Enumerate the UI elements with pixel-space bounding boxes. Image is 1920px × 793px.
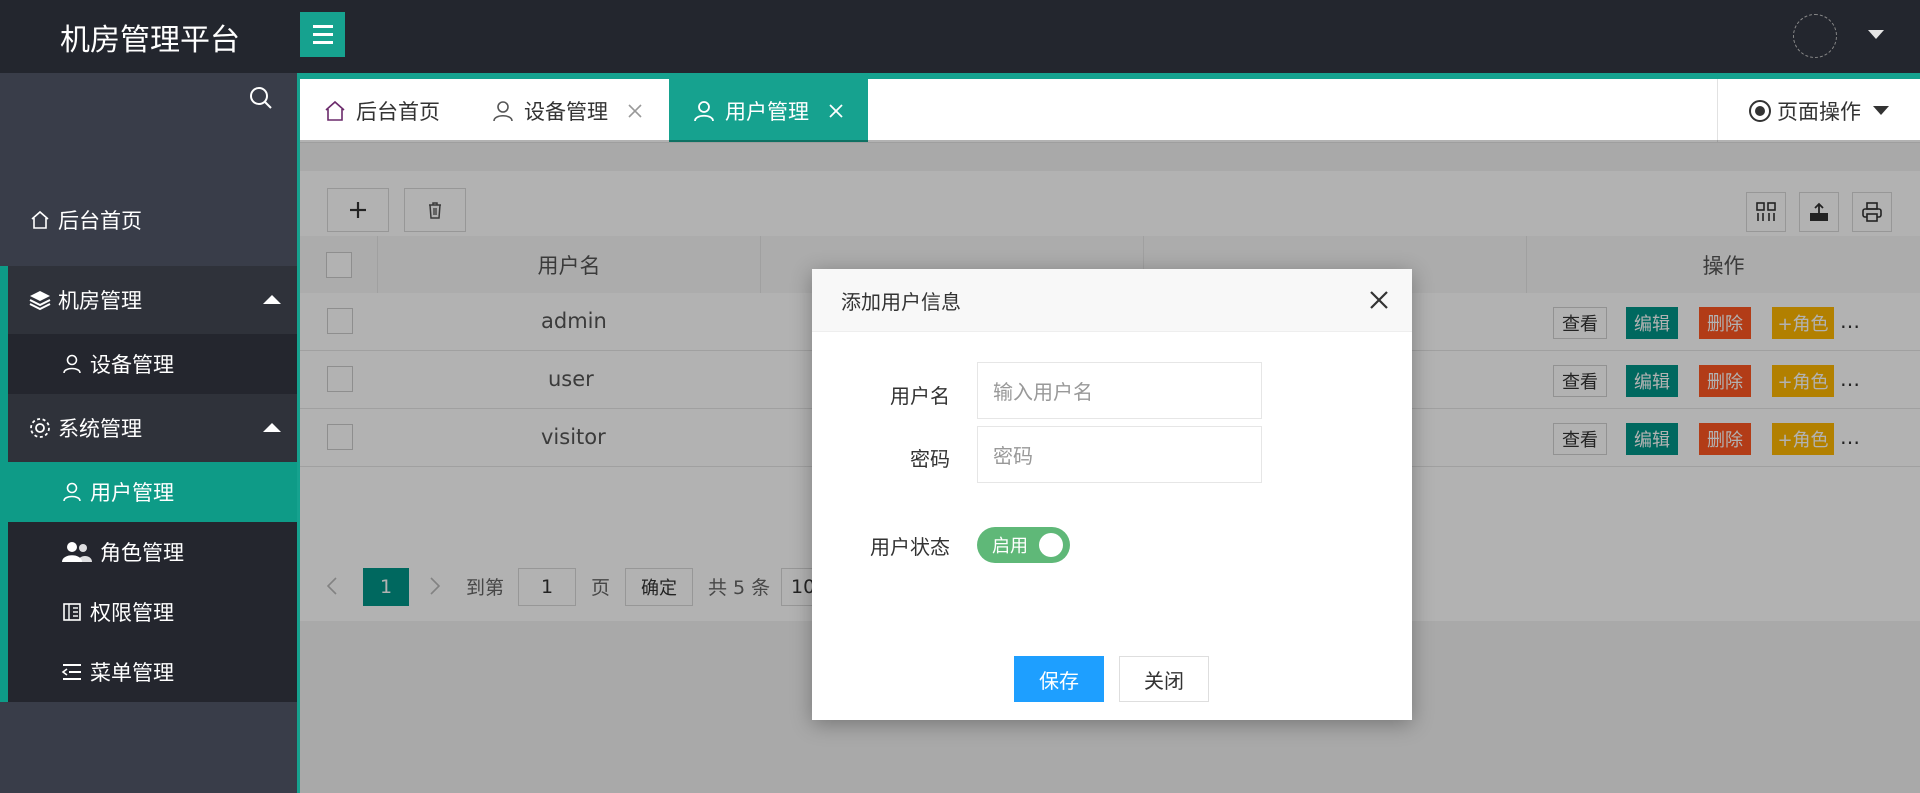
add-user-dialog: 添加用户信息 用户名 输入用户名 密码 密码 用户状态 启用 保存 关闭 <box>812 269 1412 720</box>
chevron-down-icon <box>1873 106 1889 115</box>
tab-user-management[interactable]: 用户管理 <box>669 79 868 142</box>
status-label: 用户状态 <box>870 535 950 559</box>
sidebar-item-label: 后台首页 <box>58 209 142 233</box>
sidebar-item-permission-management[interactable]: 权限管理 <box>0 582 297 642</box>
menu-list-icon <box>60 660 84 684</box>
status-toggle[interactable]: 启用 <box>977 527 1070 563</box>
sidebar-item-label: 菜单管理 <box>90 661 174 685</box>
user-icon <box>60 352 84 376</box>
tab-label: 设备管理 <box>524 99 608 124</box>
password-field[interactable]: 密码 <box>977 426 1262 483</box>
tab-label: 用户管理 <box>725 99 809 124</box>
sidebar-item-device-management[interactable]: 设备管理 <box>0 334 297 394</box>
permission-icon <box>60 600 84 624</box>
target-icon <box>1749 99 1771 122</box>
search-icon[interactable] <box>248 85 274 111</box>
user-icon <box>490 98 516 124</box>
sidebar-item-room-management[interactable]: 机房管理 <box>0 266 297 334</box>
close-icon[interactable] <box>1368 289 1390 311</box>
sidebar-item-system-management[interactable]: 系统管理 <box>0 394 297 462</box>
close-icon[interactable] <box>827 102 845 120</box>
sidebar-item-user-management[interactable]: 用户管理 <box>0 462 297 522</box>
avatar[interactable] <box>1793 14 1837 58</box>
dialog-title: 添加用户信息 <box>812 269 1412 332</box>
collapse-caret-icon <box>263 423 281 432</box>
user-icon <box>691 98 717 124</box>
users-icon <box>60 540 94 564</box>
page-operations-dropdown[interactable]: 页面操作 <box>1717 79 1920 142</box>
sidebar-item-label: 系统管理 <box>58 417 142 441</box>
username-label: 用户名 <box>890 384 950 408</box>
sidebar: 后台首页 机房管理 设备管理 系统管理 用户管理 角色管理 权限管理 菜单管理 <box>0 73 300 793</box>
toggle-text: 启用 <box>992 536 1028 557</box>
user-menu-caret-icon[interactable] <box>1868 30 1884 39</box>
sidebar-item-label: 机房管理 <box>58 289 142 313</box>
sidebar-item-role-management[interactable]: 角色管理 <box>0 522 297 582</box>
tab-bar: 后台首页 设备管理 用户管理 页面操作 <box>300 73 1920 143</box>
tab-dashboard[interactable]: 后台首页 <box>322 79 440 142</box>
sidebar-item-dashboard[interactable]: 后台首页 <box>0 198 297 242</box>
tab-label: 后台首页 <box>356 99 440 124</box>
close-icon[interactable] <box>626 102 644 120</box>
save-button[interactable]: 保存 <box>1014 656 1104 702</box>
top-header: 机房管理平台 <box>0 0 1920 73</box>
home-icon <box>28 208 52 232</box>
close-button[interactable]: 关闭 <box>1119 656 1209 702</box>
home-icon <box>322 98 348 124</box>
toggle-knob <box>1039 533 1063 557</box>
sidebar-item-label: 角色管理 <box>100 541 184 565</box>
sidebar-item-menu-management[interactable]: 菜单管理 <box>0 642 297 702</box>
page-operations-label: 页面操作 <box>1777 99 1861 124</box>
collapse-caret-icon <box>263 295 281 304</box>
sidebar-item-label: 设备管理 <box>90 353 174 377</box>
user-icon <box>60 480 84 504</box>
gear-icon <box>28 416 52 440</box>
layers-icon <box>28 288 52 312</box>
tab-device-management[interactable]: 设备管理 <box>490 79 644 142</box>
app-title: 机房管理平台 <box>60 22 240 58</box>
username-field[interactable]: 输入用户名 <box>977 362 1262 419</box>
sidebar-item-label: 权限管理 <box>90 601 174 625</box>
password-label: 密码 <box>910 447 950 471</box>
sidebar-toggle-button[interactable] <box>300 12 345 57</box>
sidebar-item-label: 用户管理 <box>90 481 174 505</box>
